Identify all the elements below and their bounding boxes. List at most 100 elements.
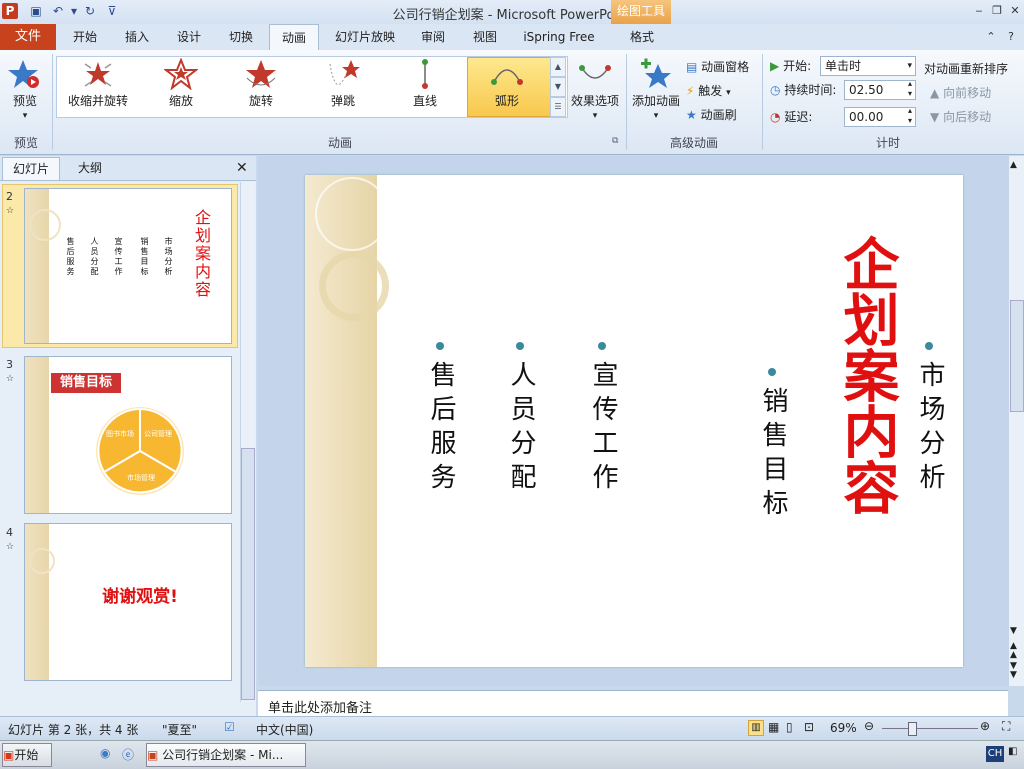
dialog-launcher-icon[interactable]: ⧉ <box>612 136 618 146</box>
group-animation-label: 动画 <box>327 136 352 150</box>
slide-title[interactable]: 企划案内容 <box>827 235 908 515</box>
zoom-slider-track[interactable] <box>882 728 978 729</box>
animation-pane-icon: ▤ <box>686 60 698 74</box>
effect-options-label: 效果选项 <box>570 94 619 108</box>
preview-button[interactable]: 预览 ▾ <box>0 56 50 121</box>
language-indicator[interactable]: 中文(中国) <box>256 721 313 738</box>
minimize-icon[interactable]: ‒ <box>972 4 986 18</box>
next-slide-icon[interactable]: ▼ ▼ <box>1010 662 1017 680</box>
browser-icon[interactable]: ⓔ <box>122 746 134 763</box>
tab-outline[interactable]: 大纲 <box>62 157 118 179</box>
effect-arc[interactable]: 弧形 <box>474 56 540 116</box>
slide-column[interactable]: 市场分析 <box>912 361 949 497</box>
tab-file[interactable]: 文件 <box>0 24 56 50</box>
slide-column[interactable]: 售后服务 <box>423 361 460 497</box>
slide-thumbnail-3[interactable]: 销售目标 图书市场 公司管理 市场管理 <box>24 356 232 514</box>
normal-view-icon[interactable]: ▥ <box>748 720 764 736</box>
start-select[interactable]: 单击时 ▾ <box>820 56 916 76</box>
gallery-scroll-up[interactable]: ▲ <box>550 57 566 77</box>
tray-icon[interactable]: ◧ <box>1008 746 1017 757</box>
tab-insert[interactable]: 插入 <box>114 24 160 50</box>
start-label: 开始 <box>14 748 39 762</box>
tab-slideshow[interactable]: 幻灯片放映 <box>326 24 404 50</box>
close-pane-icon[interactable]: ✕ <box>236 160 248 176</box>
help-icon[interactable]: ? <box>1004 30 1018 44</box>
taskbar-powerpoint-button[interactable]: ▣ 公司行销企划案 - Mi... <box>146 743 306 767</box>
tab-review[interactable]: 审阅 <box>410 24 456 50</box>
notes-pane[interactable]: 单击此处添加备注 <box>258 690 1008 717</box>
ime-indicator[interactable]: CH <box>986 746 1004 762</box>
tab-slides[interactable]: 幻灯片 <box>2 157 60 180</box>
zoom-in-icon[interactable]: ⊕ <box>980 719 990 733</box>
slide-canvas[interactable]: 企划案内容 售后服务 人员分配 宣传工作 销售目标 市场分析 <box>305 175 963 667</box>
tab-view[interactable]: 视图 <box>462 24 508 50</box>
scrollbar-thumb[interactable] <box>241 448 255 700</box>
animation-pane-label: 动画窗格 <box>701 60 750 74</box>
delay-spinner[interactable]: 00.00 ▴ ▾ <box>844 106 916 127</box>
zoom-level[interactable]: 69% <box>830 721 857 735</box>
chevron-down-icon: ▾ <box>726 88 731 98</box>
spellcheck-icon[interactable]: ☑ <box>224 720 235 734</box>
slideshow-icon[interactable]: ⊡ <box>804 720 814 734</box>
effect-shrink-turn[interactable]: 收缩并旋转 <box>62 56 134 116</box>
tab-design[interactable]: 设计 <box>166 24 212 50</box>
status-bar: 幻灯片 第 2 张，共 4 张 "夏至" ☑ 中文(中国) ▥ ▦ ▯ ⊡ 69… <box>0 716 1024 741</box>
add-animation-button[interactable]: 添加动画 ▾ <box>628 56 684 121</box>
move-earlier-button[interactable]: ▲ 向前移动 <box>930 84 991 102</box>
notes-placeholder: 单击此处添加备注 <box>268 701 373 716</box>
scroll-down-icon[interactable]: ▼ <box>1010 626 1017 636</box>
decor-circle <box>315 177 389 251</box>
scrollbar-thumb[interactable] <box>1010 300 1024 412</box>
thumbnail-number: 2 <box>6 190 13 203</box>
tab-home[interactable]: 开始 <box>62 24 108 50</box>
slide-column[interactable]: 宣传工作 <box>585 361 622 497</box>
trigger-button[interactable]: ⚡ 触发 ▾ <box>686 82 731 100</box>
effect-options-button[interactable]: 效果选项 ▾ <box>566 56 624 121</box>
preview-label: 预览 <box>12 94 37 108</box>
start-button[interactable]: ▣开始 <box>2 743 52 767</box>
reading-view-icon[interactable]: ▯ <box>786 720 793 734</box>
animation-painter-icon: ★ <box>686 108 697 122</box>
animation-painter-button[interactable]: ★ 动画刷 <box>686 106 737 124</box>
zoom-out-icon[interactable]: ⊖ <box>864 719 874 733</box>
effect-zoom[interactable]: 缩放 <box>148 56 214 116</box>
tab-format[interactable]: 格式 <box>614 24 670 50</box>
effect-spin[interactable]: 旋转 <box>228 56 294 116</box>
slide-thumbnail-4[interactable]: 谢谢观赏! <box>24 523 232 681</box>
animation-pane-button[interactable]: ▤ 动画窗格 <box>686 58 749 76</box>
decor-ring <box>319 251 389 321</box>
slide-column[interactable]: 人员分配 <box>503 361 540 497</box>
tab-transitions[interactable]: 切换 <box>218 24 264 50</box>
close-icon[interactable]: ✕ <box>1008 4 1022 18</box>
duration-value: 02.50 <box>849 83 884 97</box>
decor-circle <box>29 209 61 241</box>
effect-bounce[interactable]: 弹跳 <box>310 56 376 116</box>
collapse-ribbon-icon[interactable]: ⌃ <box>984 30 998 44</box>
theme-name[interactable]: "夏至" <box>162 721 197 738</box>
tab-animations[interactable]: 动画 <box>269 24 319 51</box>
delay-label: 延迟: <box>784 110 813 124</box>
gallery-more[interactable]: ☰ <box>550 97 566 117</box>
main-vertical-scrollbar[interactable] <box>1008 156 1024 686</box>
slide-sorter-icon[interactable]: ▦ <box>768 720 779 734</box>
decor-circle <box>29 548 55 574</box>
animation-painter-label: 动画刷 <box>700 108 737 122</box>
clock-icon: ◷ <box>770 83 781 97</box>
slide-column[interactable]: 销售目标 <box>755 387 792 523</box>
previous-slide-icon[interactable]: ▲ ▲ <box>1010 642 1017 660</box>
move-later-button[interactable]: ▼ 向后移动 <box>930 108 991 126</box>
restore-icon[interactable]: ❐ <box>990 4 1004 18</box>
slide-thumbnail-2[interactable]: 企划案内容 售后服务 人员分配 宣传工作 销售目标 市场分析 <box>24 188 232 344</box>
gallery-scroll-down[interactable]: ▼ <box>550 77 566 97</box>
fit-to-window-icon[interactable]: ⛶ <box>1002 719 1010 734</box>
thumbnail-decor-strip <box>25 357 49 513</box>
duration-spinner[interactable]: 02.50 ▴ ▾ <box>844 79 916 100</box>
effect-options-icon <box>579 65 611 79</box>
scroll-up-icon[interactable]: ▲ <box>1010 160 1017 170</box>
effect-line[interactable]: 直线 <box>392 56 458 116</box>
thumb4-text: 谢谢观赏! <box>102 587 178 607</box>
desktop-icon[interactable]: ◉ <box>100 746 110 760</box>
tab-ispring[interactable]: iSpring Free <box>516 24 602 50</box>
animation-star-icon: ☆ <box>6 542 15 552</box>
zoom-slider-thumb[interactable] <box>908 722 917 736</box>
